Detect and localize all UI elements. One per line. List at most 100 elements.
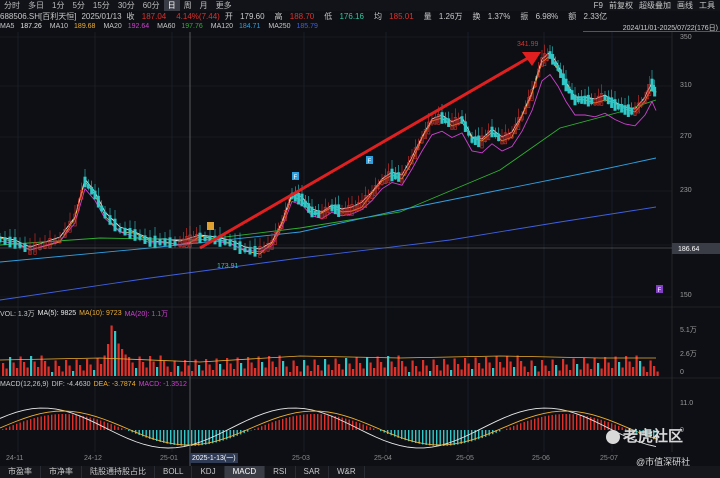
volume-bar [586,363,589,376]
candle [567,86,571,94]
macd-bar [296,415,298,430]
candle [163,238,167,246]
volume-bar [320,370,323,376]
candle [233,240,237,251]
volume-bar [474,357,477,376]
volume-bar [499,362,502,376]
volume-bar [152,361,155,376]
candle [203,236,207,241]
macd-bar [103,421,105,430]
volume-bar [625,356,628,376]
volume-bar [51,372,54,376]
tab-pb[interactable]: 市净率 [41,466,82,478]
volume-bar [268,356,271,376]
tab-pe[interactable]: 市盈率 [0,466,41,478]
candle [310,206,314,218]
macd-bar [236,430,238,436]
tab-wr[interactable]: W&R [329,466,365,478]
macd-bar [89,417,91,430]
candle [470,137,474,143]
volume-bar [621,367,624,376]
volume-bar [26,367,29,376]
volume-bar [275,367,278,376]
volume-bar [191,371,194,376]
f-marker-2-label: F [368,159,372,165]
candle [559,69,563,78]
volume-bar [187,365,190,376]
volume-bar [345,358,348,376]
macd-bar [282,418,284,430]
macd-bar [520,423,522,430]
volume-bar [177,366,180,376]
volume-bar [117,343,120,376]
macd-bar [26,420,28,430]
macd-dea: DEA: -3.7874 [93,381,136,388]
volume-bar [149,356,152,376]
macd-bar [268,423,270,430]
tiger-icon [606,430,620,445]
date-label: 25-06 [532,455,550,462]
candle [300,193,304,207]
macd-bar [320,414,322,430]
tab-boll[interactable]: BOLL [155,466,193,478]
macd-bar [506,428,508,430]
volume-bar [243,368,246,376]
candle [90,186,94,195]
tab-kdj[interactable]: KDJ [192,466,225,478]
volume-bar [303,360,306,376]
macd-bar [205,430,207,445]
candle [463,121,467,132]
volume-bar [404,366,407,376]
f-marker-3-label: F [658,288,662,294]
volume-bar [355,357,358,376]
macd-bar [173,430,175,445]
volume-bar [579,369,582,376]
macd-bar [572,414,574,430]
macd-bar [576,414,578,430]
macd-value: MACD: -1.3512 [138,381,187,388]
candle [561,73,565,86]
macd-bar [9,426,11,430]
macd-bar [425,430,427,445]
volume-bar [208,364,211,376]
tab-sar[interactable]: SAR [296,466,329,478]
candle [168,237,172,248]
volume-bar [82,370,85,376]
volume-bar [89,364,92,376]
candle [238,241,242,254]
macd-bar [198,430,200,446]
volume-bar [527,372,530,376]
volume-bar [124,354,127,376]
volume-bar [212,370,215,376]
macd-bar [313,414,315,430]
volume-bar [324,359,327,376]
kline-chart[interactable]: 186.64 341.99 173.91 F F F [0,0,720,466]
volume-bar [362,368,365,376]
candle [573,94,577,106]
tab-rsi[interactable]: RSI [265,466,296,478]
volume-bar [453,358,456,376]
candle [313,210,317,216]
macd-bar [555,414,557,430]
macd-bar [68,414,70,430]
date-label: 25-07 [600,455,618,462]
macd-bar [159,430,161,442]
macd-bar [233,430,235,438]
candle [113,218,117,232]
volume-bar [443,359,446,376]
volume-bar [520,361,523,376]
volume-bar [373,368,376,376]
macd-bar [310,414,312,430]
tab-macd[interactable]: MACD [224,466,266,478]
macd-bar [292,416,294,430]
macd-bar [47,415,49,430]
macd-bar [117,426,119,430]
candle [307,203,311,213]
macd-bar [93,418,95,430]
tab-northbound[interactable]: 陆股通持股占比 [82,466,155,478]
macd-bar [96,419,98,430]
candle [443,117,447,124]
price-axis-270: 270 [680,133,692,140]
macd-bar [565,414,567,430]
volume-bar [352,369,355,376]
